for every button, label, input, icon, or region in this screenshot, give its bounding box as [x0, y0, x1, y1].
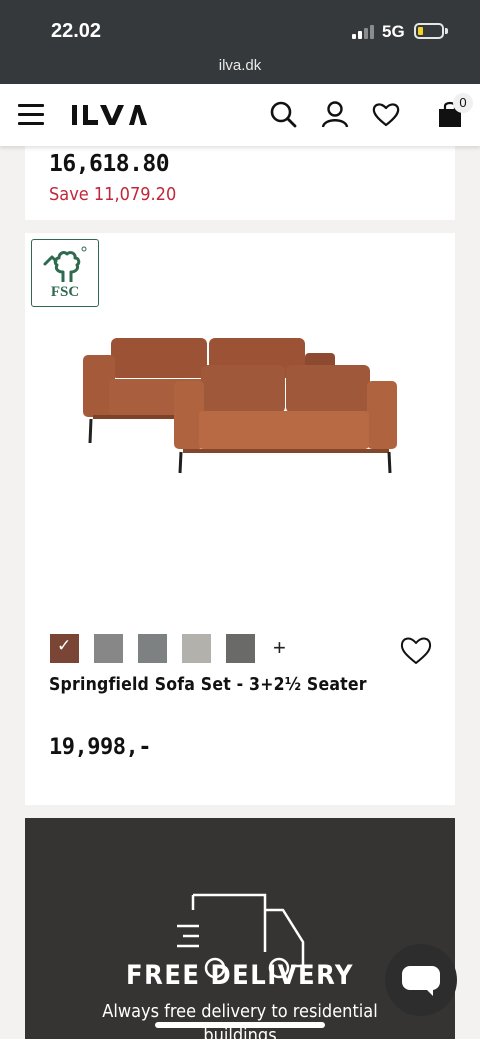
user-icon[interactable] — [320, 99, 350, 129]
more-colors-button[interactable]: + — [273, 635, 286, 661]
network-label: 5G — [382, 22, 405, 41]
fsc-label: FSC — [50, 284, 80, 300]
home-indicator[interactable] — [155, 1022, 325, 1028]
heart-icon[interactable] — [371, 99, 401, 129]
swatch[interactable] — [138, 634, 167, 663]
wishlist-heart-icon[interactable] — [399, 634, 433, 666]
swatch[interactable] — [94, 634, 123, 663]
product-price: 19,998,- — [49, 735, 151, 760]
fsc-badge: FSC — [31, 239, 99, 307]
product-price: 16,618.80 — [49, 151, 170, 177]
fsc-tree-icon — [43, 246, 87, 282]
status-time: 22.02 — [51, 20, 102, 42]
product-card-previous[interactable]: 16,618.80 Save 11,079.20 — [25, 146, 455, 220]
savings-text: Save 11,079.20 — [49, 184, 177, 205]
battery-icon — [414, 23, 448, 39]
sofa-product-image[interactable] — [79, 331, 401, 481]
cart-count-badge: 0 — [453, 93, 473, 113]
chat-button[interactable] — [385, 944, 457, 1016]
free-delivery-banner: FREE DELIVERY Always free delivery to re… — [25, 818, 455, 1039]
status-bar: 22.02 5G ilva.dk — [0, 0, 480, 84]
product-name[interactable]: Springfield Sofa Set - 3+2½ Seater — [49, 675, 367, 695]
chat-bubble-icon — [402, 966, 440, 990]
ilva-logo[interactable] — [70, 103, 148, 127]
swatch-selected[interactable] — [50, 634, 79, 663]
site-header — [0, 84, 480, 146]
swatch[interactable] — [226, 634, 255, 663]
product-card[interactable]: FSC + Springfield Sofa Set - 3+2½ Seater… — [25, 233, 455, 805]
promo-subtitle: Always free delivery to residential buil… — [102, 1001, 378, 1039]
signal-icon — [352, 25, 374, 39]
address-bar-url[interactable]: ilva.dk — [0, 57, 480, 74]
menu-icon[interactable] — [18, 104, 44, 126]
search-icon[interactable] — [268, 99, 298, 129]
swatch[interactable] — [182, 634, 211, 663]
